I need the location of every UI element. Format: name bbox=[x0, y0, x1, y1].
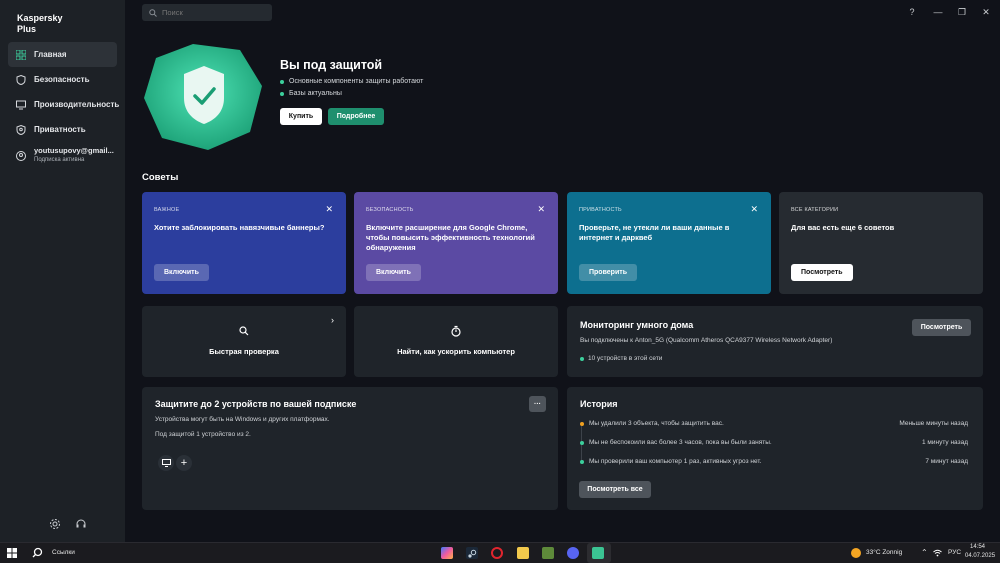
speedup-label: Найти, как ускорить компьютер bbox=[397, 347, 515, 356]
scan-magnifier-icon bbox=[239, 326, 249, 336]
taskbar-search-icon[interactable] bbox=[32, 547, 43, 558]
account-item[interactable]: youtusupovy@gmail... Подписка активна bbox=[16, 146, 118, 163]
windows-start-icon[interactable] bbox=[7, 548, 17, 558]
ok-dot-icon bbox=[580, 440, 584, 445]
sidebar-item-label: Безопасность bbox=[34, 75, 90, 84]
smart-home-view-button[interactable]: Посмотреть bbox=[912, 319, 971, 336]
subscription-status: Подписка активна bbox=[34, 157, 85, 163]
smart-home-title: Мониторинг умного дома bbox=[580, 320, 694, 330]
active-app-highlight bbox=[587, 543, 611, 563]
protection-status-title: Вы под защитой bbox=[280, 58, 383, 72]
close-icon[interactable]: ✕ bbox=[750, 204, 758, 215]
protection-shield-icon bbox=[144, 44, 262, 150]
restore-button[interactable]: ❐ bbox=[956, 6, 968, 18]
add-device-button[interactable]: + bbox=[176, 455, 192, 471]
taskbar: Ссылки 33°C Zonnig ⌃ РУС 14:54 04.07.202… bbox=[0, 542, 1000, 563]
sidebar-item-security[interactable]: Безопасность bbox=[8, 67, 117, 92]
buy-button[interactable]: Купить bbox=[280, 108, 322, 125]
tip-card: БЕЗОПАСНОСТЬ ✕ Включите расширение для G… bbox=[354, 192, 558, 294]
taskbar-search-label[interactable]: Ссылки bbox=[52, 549, 75, 556]
close-button[interactable]: ✕ bbox=[980, 6, 992, 18]
weather-text[interactable]: 33°C Zonnig bbox=[866, 549, 902, 556]
grid-icon bbox=[16, 49, 26, 60]
weather-sun-icon[interactable] bbox=[851, 548, 861, 558]
sidebar-item-performance[interactable]: Производительность bbox=[8, 92, 120, 117]
sidebar-item-home[interactable]: Главная bbox=[8, 42, 117, 67]
tip-action-button[interactable]: Включить bbox=[366, 264, 421, 281]
settings-icon[interactable] bbox=[49, 517, 61, 529]
tip-card: ПРИВАТНОСТЬ ✕ Проверьте, не утекли ли ва… bbox=[567, 192, 771, 294]
tip-text: Включите расширение для Google Chrome, ч… bbox=[366, 223, 535, 252]
tip-action-button[interactable]: Включить bbox=[154, 264, 209, 281]
wifi-icon[interactable] bbox=[933, 549, 942, 557]
desktop-device-icon[interactable] bbox=[158, 455, 174, 471]
tip-card: ВСЕ КАТЕГОРИИ Для вас есть еще 6 советов… bbox=[779, 192, 983, 294]
tip-category: БЕЗОПАСНОСТЬ bbox=[366, 207, 414, 213]
details-button[interactable]: Подробнее bbox=[328, 108, 384, 125]
speedup-card[interactable]: Найти, как ускорить компьютер bbox=[354, 306, 558, 377]
minecraft-icon[interactable] bbox=[542, 547, 554, 559]
close-icon[interactable]: ✕ bbox=[325, 204, 333, 215]
clock-date[interactable]: 04.07.2025 bbox=[965, 553, 995, 559]
devices-info-line: Устройства могут быть на Windows и други… bbox=[155, 416, 330, 423]
copilot-icon[interactable] bbox=[441, 547, 453, 559]
quick-scan-card[interactable]: › Быстрая проверка bbox=[142, 306, 346, 377]
status-item: Базы актуальны bbox=[280, 90, 342, 97]
view-all-history-button[interactable]: Посмотреть все bbox=[579, 481, 651, 498]
clock-time[interactable]: 14:54 bbox=[970, 544, 985, 550]
device-count: 10 устройств в этой сети bbox=[580, 355, 662, 362]
discord-icon[interactable] bbox=[567, 547, 579, 559]
tip-text: Хотите заблокировать навязчивые баннеры? bbox=[154, 223, 325, 232]
search-input[interactable] bbox=[162, 8, 262, 17]
tip-action-button[interactable]: Проверить bbox=[579, 264, 637, 281]
language-indicator[interactable]: РУС bbox=[948, 549, 961, 556]
tip-category: ВСЕ КАТЕГОРИИ bbox=[791, 207, 839, 213]
tips-title: Советы bbox=[142, 172, 179, 183]
stopwatch-icon bbox=[451, 325, 461, 337]
history-row: Мы удалили 3 объекта, чтобы защитить вас… bbox=[580, 420, 968, 427]
privacy-shield-icon bbox=[16, 124, 26, 135]
sidebar-item-label: Приватность bbox=[34, 125, 86, 134]
steam-icon[interactable] bbox=[466, 547, 478, 559]
user-icon bbox=[16, 148, 26, 161]
search-icon bbox=[149, 8, 157, 17]
chevron-right-icon: › bbox=[331, 315, 334, 325]
shield-icon bbox=[16, 74, 26, 85]
monitor-icon bbox=[16, 100, 26, 110]
opera-icon[interactable] bbox=[491, 547, 503, 559]
sidebar-item-label: Главная bbox=[34, 50, 67, 59]
warning-dot-icon bbox=[580, 421, 584, 426]
minimize-button[interactable]: — bbox=[932, 6, 944, 18]
devices-title: Защитите до 2 устройств по вашей подписк… bbox=[155, 399, 357, 409]
sidebar-item-label: Производительность bbox=[34, 100, 120, 109]
tip-action-button[interactable]: Посмотреть bbox=[791, 264, 853, 281]
tray-chevron-up-icon[interactable]: ⌃ bbox=[921, 548, 928, 557]
quick-scan-label: Быстрая проверка bbox=[209, 347, 279, 356]
sidebar-item-privacy[interactable]: Приватность bbox=[8, 117, 117, 142]
history-row: Мы проверили ваш компьютер 1 раз, активн… bbox=[580, 458, 968, 465]
account-email: youtusupovy@gmail... bbox=[34, 146, 114, 155]
tip-text: Проверьте, не утекли ли ваши данные в ин… bbox=[579, 223, 730, 242]
network-connection-text: Вы подключены к Anton_5G (Qualcomm Ather… bbox=[580, 337, 833, 344]
devices-info-line: Под защитой 1 устройство из 2. bbox=[155, 431, 251, 438]
more-options-button[interactable]: ··· bbox=[529, 396, 546, 412]
ok-dot-icon bbox=[580, 459, 584, 464]
app-brand: Kaspersky Plus bbox=[17, 13, 63, 34]
search-box[interactable] bbox=[142, 4, 272, 21]
tip-category: ВАЖНОЕ bbox=[154, 207, 180, 213]
tip-card: ВАЖНОЕ ✕ Хотите заблокировать навязчивые… bbox=[142, 192, 346, 294]
support-headset-icon[interactable] bbox=[75, 517, 87, 529]
history-title: История bbox=[580, 399, 618, 409]
close-icon[interactable]: ✕ bbox=[537, 204, 545, 215]
help-button[interactable]: ? bbox=[906, 6, 918, 18]
tip-category: ПРИВАТНОСТЬ bbox=[579, 207, 622, 213]
tip-text: Для вас есть еще 6 советов bbox=[791, 223, 895, 232]
status-item: Основные компоненты защиты работают bbox=[280, 78, 423, 85]
file-explorer-icon[interactable] bbox=[517, 547, 529, 559]
sidebar: Kaspersky Plus Главная Безопасность Прои… bbox=[0, 0, 125, 542]
history-row: Мы не беспокоили вас более 3 часов, пока… bbox=[580, 439, 968, 446]
